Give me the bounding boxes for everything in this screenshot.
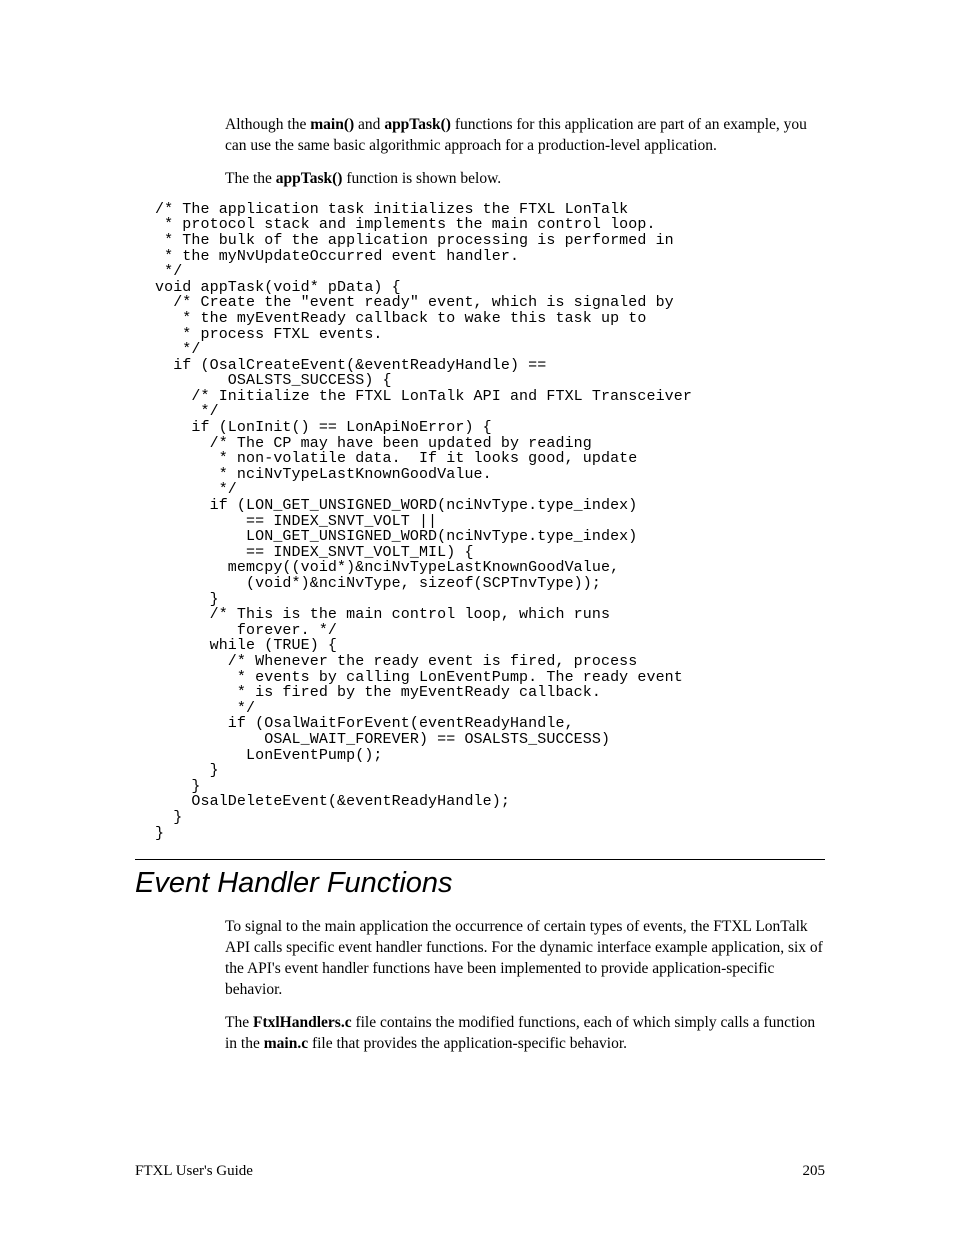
intro-paragraph-2: The the appTask() function is shown belo…: [225, 169, 825, 190]
page-number: 205: [803, 1163, 826, 1180]
file-ftxlhandlers: FtxlHandlers.c: [253, 1014, 352, 1031]
text: and: [354, 116, 384, 133]
text: file that provides the application-speci…: [308, 1035, 627, 1052]
text: function is shown below.: [342, 170, 501, 187]
section-heading: Event Handler Functions: [135, 864, 825, 903]
section-rule: [135, 859, 825, 860]
fn-main: main(): [310, 116, 354, 133]
text: The the: [225, 170, 276, 187]
footer-title: FTXL User's Guide: [135, 1163, 253, 1180]
fn-apptask-2: appTask(): [276, 170, 343, 187]
section-paragraph-1: To signal to the main application the oc…: [225, 917, 825, 1001]
text: The: [225, 1014, 253, 1031]
code-block: /* The application task initializes the …: [155, 202, 825, 841]
text: Although the: [225, 116, 310, 133]
section-paragraph-2: The FtxlHandlers.c file contains the mod…: [225, 1013, 825, 1055]
page-footer: FTXL User's Guide 205: [135, 1163, 825, 1180]
fn-apptask: appTask(): [384, 116, 451, 133]
file-mainc: main.c: [264, 1035, 308, 1052]
intro-paragraph-1: Although the main() and appTask() functi…: [225, 115, 825, 157]
